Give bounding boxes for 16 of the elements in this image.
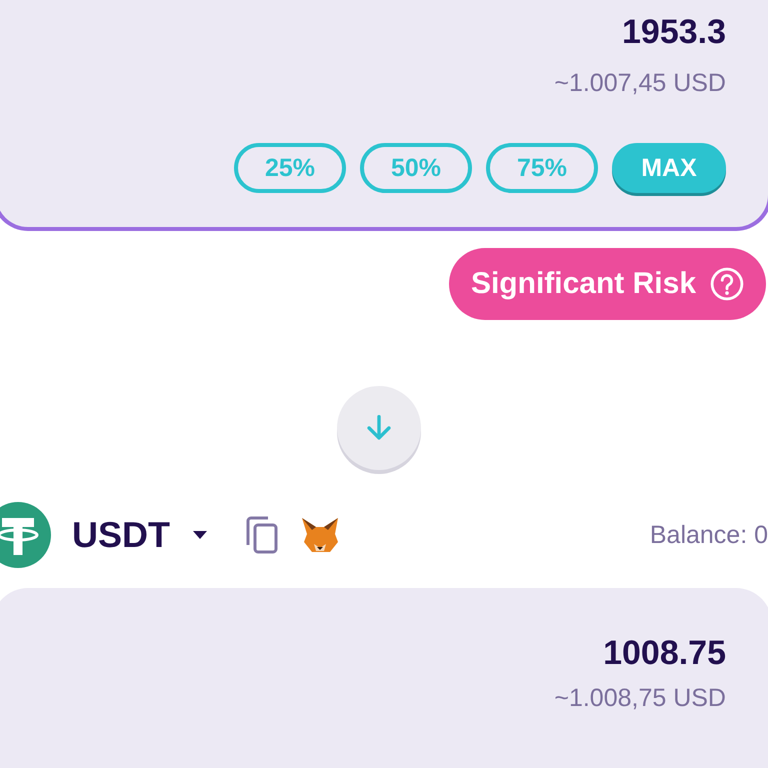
percent-button[interactable]: MAX: [612, 143, 726, 193]
amount-value: 1953.3: [622, 12, 726, 52]
help-icon[interactable]: [710, 267, 744, 301]
usd-value: ~1.008,75 USD: [554, 683, 726, 713]
fox-icon[interactable]: [300, 516, 340, 554]
balance-label: Balance: 0: [650, 520, 768, 550]
percent-button[interactable]: 50%: [360, 143, 472, 193]
risk-label: Significant Risk: [470, 267, 696, 301]
caret-icon: [192, 530, 208, 540]
usd-value: ~1.007,45 USD: [554, 68, 726, 98]
risk-badge[interactable]: Significant Risk: [448, 248, 766, 320]
amount-value: 1008.75: [603, 633, 726, 673]
percent-button[interactable]: 75%: [486, 143, 598, 193]
percent-button[interactable]: 25%: [234, 143, 346, 193]
token-selector[interactable]: USDT: [72, 514, 208, 556]
copy-icon[interactable]: [244, 515, 280, 555]
